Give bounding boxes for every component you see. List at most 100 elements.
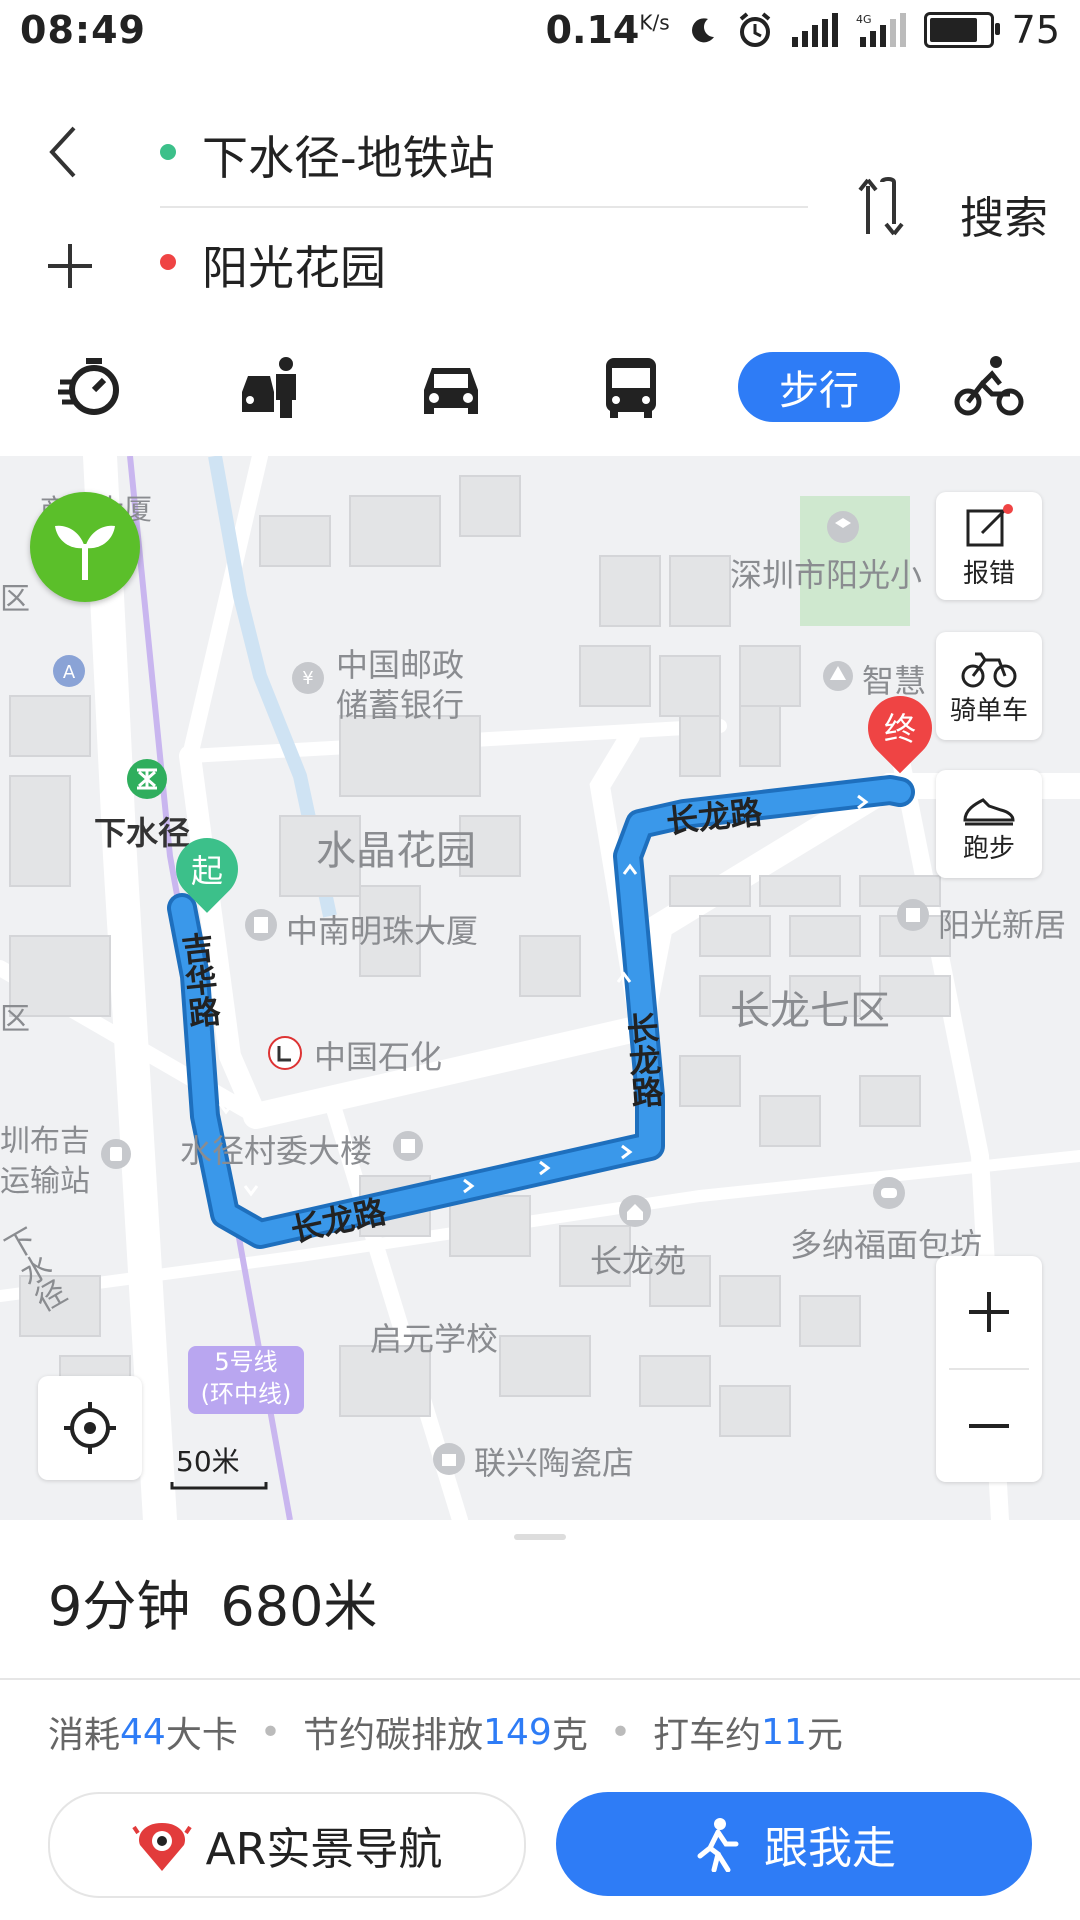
road-label-jihua: 吉华路 (175, 930, 223, 1030)
ar-navigation-label: AR实景导航 (205, 1824, 443, 1875)
run-button[interactable]: 跑步 (936, 770, 1042, 878)
route-distance: 680米 (220, 1575, 378, 1638)
map-label-school: 深圳市阳光小 (730, 556, 923, 594)
map-label-qiyuan-school: 启元学校 (370, 1320, 499, 1358)
start-marker-label: 起 (190, 852, 223, 890)
route-summary: 9分钟 680米 (48, 1562, 407, 1641)
calories-value: 44 (120, 1711, 166, 1753)
map-view[interactable]: 商业大厦 区 ¥ 中国邮政 储蓄银行 A 下水径 水晶花园 中南明珠大厦 中国石… (0, 456, 1080, 1520)
add-waypoint-icon[interactable] (44, 240, 96, 292)
map-label-postal-2: 储蓄银行 (336, 686, 465, 724)
metro-line-badge: 5号线 (环中线) (188, 1346, 304, 1414)
svg-text:A: A (63, 662, 76, 683)
battery-icon (923, 12, 1000, 48)
zoom-out-icon[interactable] (959, 1396, 1019, 1456)
route-divider (160, 206, 808, 208)
car-icon[interactable] (416, 352, 486, 422)
status-time: 08:49 (20, 8, 146, 52)
end-dot (160, 254, 176, 270)
route-time: 9分钟 (48, 1575, 191, 1638)
metro-icon (127, 759, 167, 799)
carbon-suffix: 克 (551, 1715, 588, 1756)
gas-station-icon (268, 1036, 302, 1070)
sheet-handle[interactable] (514, 1534, 566, 1540)
summary-divider (0, 1678, 1080, 1680)
status-bar: 08:49 0.14K/s 4G 75 (0, 0, 1080, 66)
report-error-button[interactable]: 报错 (936, 492, 1042, 600)
signal-4g-icon: 4G (856, 13, 906, 47)
bank-icon: ¥ (292, 662, 324, 694)
walker-icon (697, 1818, 739, 1872)
svg-text:¥: ¥ (302, 668, 313, 689)
back-icon[interactable] (44, 124, 84, 180)
carbon-prefix: 节约碳排放 (303, 1715, 484, 1756)
taxi-value: 11 (761, 1711, 807, 1753)
bus-station-icon (101, 1139, 131, 1169)
taxi-fast-icon[interactable] (56, 352, 126, 422)
residence-icon (897, 899, 929, 931)
map-label-bus-station-1: 圳布吉 (0, 1124, 90, 1159)
calories-prefix: 消耗 (48, 1715, 121, 1756)
map-label-changlong-7: 长龙七区 (730, 988, 890, 1034)
svg-text:4G: 4G (856, 13, 872, 26)
route-stats: 消耗 44 大卡 • 节约碳排放 149 克 • 打车约 11 元 (48, 1706, 843, 1758)
map-canvas (0, 456, 1080, 1520)
status-right: 0.14K/s 4G 75 (546, 8, 1060, 52)
carpool-icon[interactable] (236, 352, 306, 422)
follow-me-button[interactable]: 跟我走 (556, 1792, 1032, 1896)
alarm-icon (739, 12, 770, 47)
net-speed: 0.14K/s (545, 8, 670, 52)
battery-level: 75 (1011, 8, 1060, 52)
school-icon (827, 511, 859, 543)
bakery-icon (873, 1177, 905, 1209)
map-label-district-mid: 区 (0, 1002, 30, 1037)
road-label-changlong-mid: 长龙路 (620, 1010, 666, 1110)
leaf-icon (55, 525, 115, 580)
map-label-zhongnan: 中南明珠大厦 (286, 912, 479, 950)
stats-separator: • (259, 1711, 282, 1753)
ar-navigation-button[interactable]: AR实景导航 (48, 1792, 526, 1898)
eco-button[interactable] (30, 492, 140, 602)
tab-walk[interactable]: 步行 (738, 352, 900, 422)
ar-mascot-icon (131, 1823, 192, 1871)
report-error-label: 报错 (962, 558, 1015, 589)
map-label-village-office: 水径村委大楼 (180, 1132, 373, 1170)
scale-label: 50米 (176, 1445, 240, 1478)
zoom-in-icon[interactable] (959, 1282, 1019, 1342)
end-marker-label: 终 (883, 710, 916, 748)
start-input[interactable]: 下水径-地铁站 (202, 122, 495, 188)
zoom-controls (936, 1256, 1042, 1482)
ride-bike-button[interactable]: 骑单车 (936, 632, 1042, 740)
locate-icon (64, 1402, 116, 1454)
search-button[interactable]: 搜索 (960, 182, 1048, 246)
map-label-ceramics: 联兴陶瓷店 (474, 1444, 635, 1482)
building-icon (245, 909, 277, 941)
taxi-prefix: 打车约 (653, 1715, 762, 1756)
metro-line-name: 5号线 (214, 1348, 278, 1376)
map-label-crystal-garden: 水晶花园 (316, 828, 476, 874)
end-input[interactable]: 阳光花园 (202, 232, 386, 298)
carbon-value: 149 (483, 1711, 552, 1753)
stats-separator: • (609, 1711, 632, 1753)
bus-icon[interactable] (596, 352, 666, 422)
signal-icon (791, 13, 838, 47)
metro-line-sub: (环中线) (200, 1380, 292, 1408)
zoom-divider (949, 1368, 1029, 1370)
area-a-icon: A (53, 655, 85, 687)
bike-icon[interactable] (954, 352, 1024, 422)
map-label-sinopec: 中国石化 (314, 1038, 443, 1076)
map-label-bus-station-2: 运输站 (0, 1164, 90, 1199)
map-label-changlong-yuan: 长龙苑 (590, 1242, 687, 1280)
calories-suffix: 大卡 (165, 1715, 238, 1756)
ride-bike-label: 骑单车 (949, 695, 1028, 726)
locate-button[interactable] (38, 1376, 142, 1480)
taxi-suffix: 元 (806, 1715, 843, 1756)
moon-icon (691, 18, 714, 43)
residential-icon (619, 1195, 651, 1227)
edit-icon (966, 503, 1013, 546)
swap-icon[interactable] (854, 176, 910, 238)
bike-outline-icon (961, 652, 1017, 687)
map-label-district-top: 区 (0, 582, 30, 617)
follow-me-label: 跟我走 (764, 1823, 896, 1874)
run-label: 跑步 (962, 833, 1015, 864)
